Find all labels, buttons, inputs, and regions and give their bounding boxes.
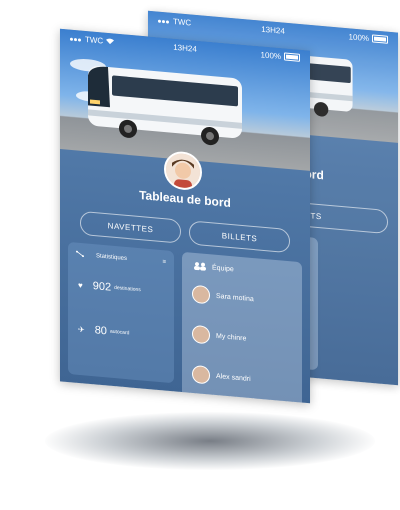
menu-icon[interactable]: ≡: [162, 259, 166, 265]
stat-destinations: ♥ 902 destinations: [78, 279, 141, 297]
stats-label: Statistiques: [95, 253, 128, 263]
battery-icon: [372, 34, 389, 44]
stat-autocard: ✈ 80 autocard: [78, 323, 129, 340]
status-time: 13H24: [173, 42, 197, 54]
tab-billets[interactable]: BILLETS: [189, 220, 291, 254]
stat-unit: destinations: [114, 284, 141, 294]
share-icon: [75, 250, 84, 260]
tab-navettes[interactable]: NAVETTES: [79, 210, 181, 244]
member-name: Alex sandri: [216, 372, 251, 383]
stats-header: Statistiques ≡: [75, 250, 166, 267]
bus-image: [87, 66, 243, 146]
member-name: My chinre: [216, 332, 247, 343]
stat-value: 80: [94, 324, 107, 338]
stat-value: 902: [92, 280, 112, 294]
member-name: Sara motina: [216, 292, 254, 303]
avatar: [192, 364, 211, 385]
team-header: Équipe: [194, 261, 234, 276]
team-member[interactable]: My chinre: [192, 324, 247, 348]
status-time: 13H24: [261, 24, 285, 36]
stats-panel: Statistiques ≡ ♥ 902 destinations ✈ 80 a…: [67, 241, 174, 384]
battery-icon: [284, 52, 301, 62]
heart-icon: ♥: [77, 280, 83, 290]
stat-unit: autocard: [109, 328, 130, 337]
drop-shadow: [45, 412, 375, 470]
pin-icon: ✈: [77, 324, 85, 334]
battery: 100%: [261, 50, 301, 62]
team-label: Équipe: [212, 264, 234, 274]
carrier: TWC: [157, 15, 191, 27]
team-icon: [194, 261, 207, 273]
phone-screen-front: TWC 13H24 100% Tableau de bord NAVETTES …: [59, 28, 311, 404]
avatar: [192, 324, 211, 345]
team-panel: Équipe Sara motina My chinre Alex sandri: [181, 251, 303, 404]
avatar: [192, 284, 211, 305]
carrier: TWC: [69, 33, 115, 46]
battery: 100%: [349, 32, 389, 44]
team-member[interactable]: Alex sandri: [192, 364, 251, 388]
wifi-icon: [106, 36, 115, 46]
team-member[interactable]: Sara motina: [192, 284, 254, 308]
